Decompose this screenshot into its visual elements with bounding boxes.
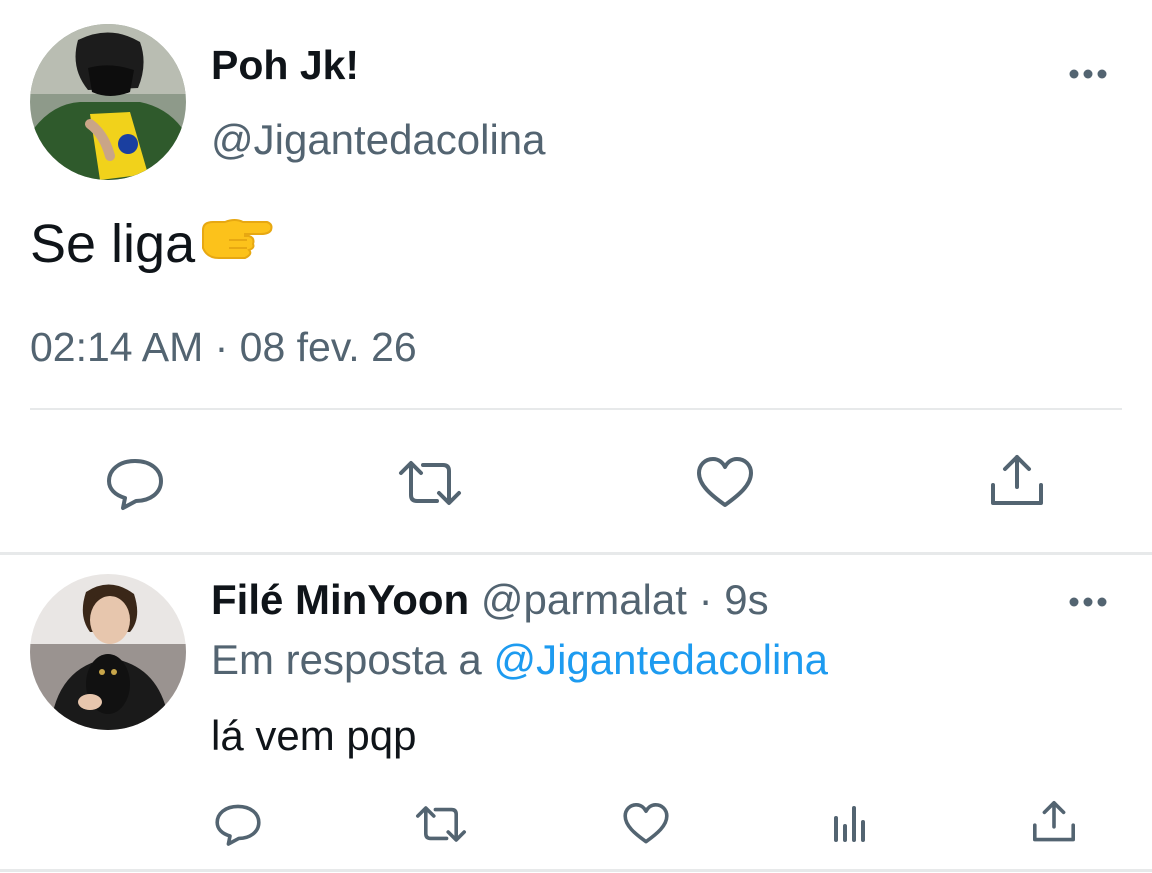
reply-icon[interactable] xyxy=(210,796,266,852)
reply-to-prefix: Em resposta a xyxy=(211,636,494,683)
user-handle[interactable]: @parmalat xyxy=(481,576,687,623)
divider xyxy=(0,869,1152,872)
tweet-timestamp[interactable]: 02:14 AM · 08 fev. 26 xyxy=(30,324,417,371)
share-icon[interactable] xyxy=(982,448,1052,514)
share-icon[interactable] xyxy=(1026,794,1082,850)
main-tweet: Poh Jk! @Jigantedacolina Se liga 02:14 A… xyxy=(0,0,1152,553)
tweet-text-content: Se liga xyxy=(30,213,196,274)
retweet-icon[interactable] xyxy=(410,796,472,852)
avatar[interactable] xyxy=(30,24,186,180)
reply-header: Filé MinYoon @parmalat · 9s xyxy=(211,576,769,624)
mention-link[interactable]: @Jigantedacolina xyxy=(493,636,828,683)
display-name[interactable]: Poh Jk! xyxy=(211,42,359,89)
reply-icon[interactable] xyxy=(100,450,170,516)
separator: · xyxy=(686,576,725,623)
tweet-text: lá vem pqp xyxy=(211,712,417,759)
like-icon[interactable] xyxy=(618,796,674,852)
more-options-icon[interactable] xyxy=(1066,590,1110,614)
tweet-time-ago[interactable]: 9s xyxy=(724,576,768,623)
pointing-right-emoji-icon xyxy=(199,212,273,275)
like-icon[interactable] xyxy=(690,450,760,516)
tweet-thread-page: Poh Jk! @Jigantedacolina Se liga 02:14 A… xyxy=(0,0,1152,873)
avatar[interactable] xyxy=(30,574,186,730)
more-options-icon[interactable] xyxy=(1066,62,1110,86)
stats-icon[interactable] xyxy=(822,796,878,852)
retweet-icon[interactable] xyxy=(392,450,468,516)
reply-to-line: Em resposta a @Jigantedacolina xyxy=(211,636,828,684)
user-handle[interactable]: @Jigantedacolina xyxy=(211,116,546,164)
divider xyxy=(30,408,1122,410)
display-name[interactable]: Filé MinYoon xyxy=(211,576,469,623)
divider xyxy=(0,552,1152,555)
tweet-text: Se liga xyxy=(30,212,273,275)
